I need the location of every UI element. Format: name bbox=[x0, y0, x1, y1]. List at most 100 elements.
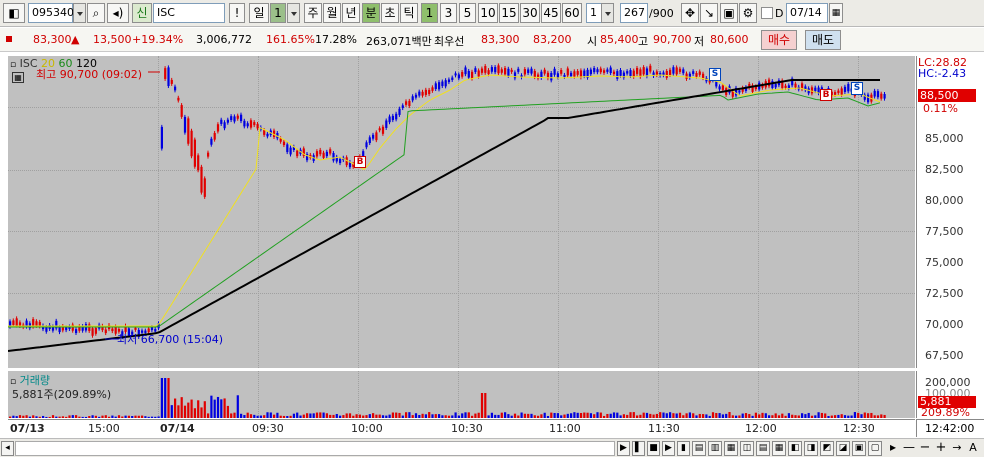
period-minute[interactable]: 분 bbox=[362, 3, 380, 23]
fit-icon[interactable]: ▢ bbox=[868, 441, 882, 456]
indicator-icon[interactable]: ◧ bbox=[788, 441, 802, 456]
stock-code-dropdown[interactable] bbox=[73, 3, 86, 23]
volume-bar bbox=[494, 414, 497, 418]
volume-bar bbox=[583, 412, 586, 418]
volume-bar bbox=[414, 413, 418, 418]
period-month[interactable]: 월 bbox=[323, 3, 341, 23]
candle bbox=[474, 68, 477, 73]
chart-type-icon[interactable]: ▦ bbox=[724, 441, 738, 456]
volume-bar bbox=[246, 412, 249, 418]
minute-30[interactable]: 30 bbox=[520, 3, 540, 23]
volume-bar bbox=[32, 415, 35, 418]
gear-icon[interactable]: ⚙ bbox=[739, 3, 757, 23]
play-back-icon[interactable]: ▶ bbox=[617, 441, 630, 456]
interval-dropdown[interactable] bbox=[601, 3, 614, 23]
stock-name-field[interactable]: ISC bbox=[153, 3, 225, 23]
zoom-out-icon[interactable]: ▥ bbox=[708, 441, 722, 456]
print-icon[interactable]: ◪ bbox=[836, 441, 850, 456]
date-input[interactable]: 07/14 bbox=[786, 3, 828, 23]
volume-bar bbox=[596, 412, 599, 418]
volume-bar bbox=[286, 415, 289, 418]
candle bbox=[372, 134, 375, 139]
period-second[interactable]: 초 bbox=[381, 3, 399, 23]
volume-bar bbox=[728, 412, 731, 418]
volume-bar bbox=[847, 415, 850, 418]
candle bbox=[517, 68, 520, 72]
sell-button[interactable]: 매도 bbox=[805, 30, 841, 50]
volume-bar bbox=[672, 413, 675, 418]
price-svg bbox=[8, 63, 886, 352]
arrow-icon[interactable]: → bbox=[950, 441, 964, 456]
volume-bar bbox=[431, 414, 434, 418]
chart-grid-icon[interactable]: ▦ bbox=[772, 441, 786, 456]
period-dropdown[interactable] bbox=[287, 3, 300, 23]
plus-icon[interactable]: + bbox=[934, 441, 948, 456]
scroll-track[interactable] bbox=[15, 441, 615, 456]
window-icon[interactable]: ◧ bbox=[3, 3, 25, 23]
candle bbox=[411, 96, 414, 101]
minute-3[interactable]: 3 bbox=[440, 3, 457, 23]
period-day-count[interactable]: 1 bbox=[270, 3, 286, 23]
candle bbox=[500, 69, 503, 73]
buy-button[interactable]: 매수 bbox=[761, 30, 797, 50]
candle bbox=[378, 128, 381, 131]
layout-icon[interactable]: ◫ bbox=[740, 441, 754, 456]
volume-bar bbox=[200, 407, 203, 418]
price-change: 13,500 bbox=[93, 33, 132, 46]
font-size-icon[interactable]: A bbox=[966, 441, 980, 456]
step-forward-icon[interactable]: ▶ bbox=[662, 441, 675, 456]
period-year[interactable]: 년 bbox=[342, 3, 360, 23]
search-icon[interactable]: ⌕ bbox=[87, 3, 105, 23]
minute-60[interactable]: 60 bbox=[562, 3, 582, 23]
chart-list-icon[interactable]: ▤ bbox=[756, 441, 770, 456]
bar-count-input[interactable]: 267 bbox=[620, 3, 648, 23]
volume-chart[interactable]: ▫ 거래량 5,881주(209.89%) bbox=[8, 371, 915, 418]
scroll-left-icon[interactable]: ◂ bbox=[1, 441, 14, 456]
chart-tool-icon[interactable]: ↘ bbox=[700, 3, 718, 23]
price-chart[interactable]: ▫ ISC 20 60 120 ▦ 최고 90,700 (09:02) 최저 6… bbox=[8, 56, 915, 368]
candle bbox=[375, 132, 378, 141]
play-icon[interactable]: ▌ bbox=[632, 441, 645, 456]
minute-1[interactable]: 1 bbox=[421, 3, 438, 23]
hide-icon[interactable]: — bbox=[902, 441, 916, 456]
candle bbox=[170, 79, 173, 84]
save-icon[interactable]: ▣ bbox=[720, 3, 738, 23]
scroll-bar-icon[interactable]: ▮ bbox=[677, 441, 690, 456]
stop-icon[interactable]: ■ bbox=[647, 441, 660, 456]
candle bbox=[88, 324, 91, 331]
minute-15[interactable]: 15 bbox=[499, 3, 519, 23]
volume-bar bbox=[622, 414, 625, 418]
stock-code-input[interactable]: 095340 bbox=[28, 3, 74, 23]
volume-bar bbox=[329, 414, 332, 418]
minute-5[interactable]: 5 bbox=[459, 3, 476, 23]
speaker-icon[interactable]: ◂) bbox=[107, 3, 129, 23]
date-checkbox[interactable] bbox=[761, 7, 773, 19]
candle bbox=[616, 71, 619, 79]
grid-toggle-icon[interactable]: ▦ bbox=[12, 72, 24, 83]
minute-10[interactable]: 10 bbox=[478, 3, 498, 23]
volume-bar bbox=[45, 416, 48, 418]
volume-bar bbox=[553, 412, 556, 418]
shrink-icon[interactable]: ▸ bbox=[886, 441, 900, 456]
minus-icon[interactable]: − bbox=[918, 441, 932, 456]
period-tick[interactable]: 틱 bbox=[400, 3, 418, 23]
period-week[interactable]: 주 bbox=[304, 3, 322, 23]
volume-bar bbox=[616, 412, 619, 418]
crosshair-icon[interactable]: ✥ bbox=[681, 3, 699, 23]
x-tick: 11:30 bbox=[648, 422, 680, 435]
period-day[interactable]: 일 bbox=[249, 3, 269, 23]
turnover-rate: 17.28% bbox=[315, 33, 357, 46]
volume-bar bbox=[312, 413, 315, 418]
volume-bar bbox=[398, 412, 401, 418]
volume-bar bbox=[309, 413, 312, 418]
export-icon[interactable]: ▣ bbox=[852, 441, 866, 456]
draw-icon[interactable]: ◩ bbox=[820, 441, 834, 456]
minute-45[interactable]: 45 bbox=[541, 3, 561, 23]
calendar-icon[interactable]: ▦ bbox=[829, 3, 843, 23]
zoom-in-icon[interactable]: ▤ bbox=[692, 441, 706, 456]
candle bbox=[315, 151, 319, 157]
info-button[interactable]: ! bbox=[229, 3, 245, 23]
volume-bar bbox=[91, 415, 94, 418]
volume-bar bbox=[134, 415, 137, 418]
compare-icon[interactable]: ◨ bbox=[804, 441, 818, 456]
